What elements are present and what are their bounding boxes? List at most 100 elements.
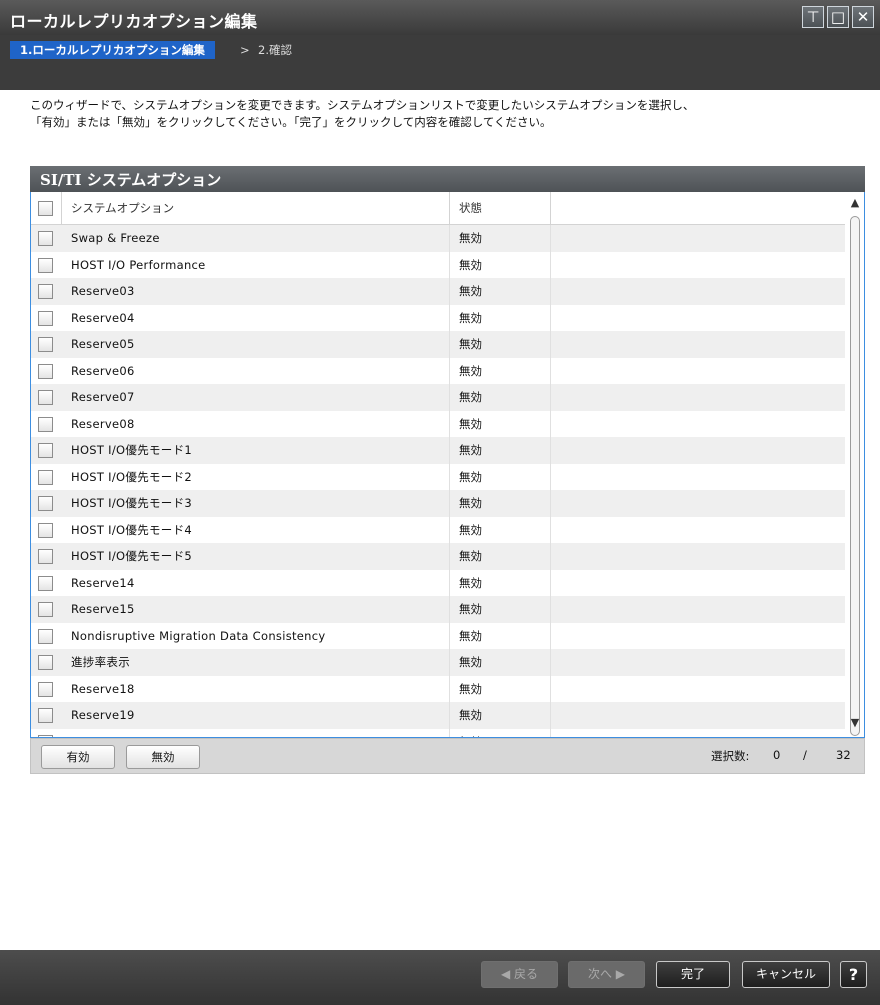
cell-divider xyxy=(550,384,551,411)
option-name-cell: Reserve08 xyxy=(71,416,135,431)
row-checkbox[interactable] xyxy=(38,522,53,538)
cell-divider xyxy=(449,331,450,358)
pin-icon[interactable]: ⊤ xyxy=(802,6,824,28)
table-row[interactable]: HOST I/O優先モード5 無効 xyxy=(31,543,845,570)
table-row[interactable]: HOST I/O優先モード2 無効 xyxy=(31,463,845,490)
option-name-cell: Reserve15 xyxy=(71,602,135,616)
table-row[interactable]: Copy Pace Ext. Slower1 無効 xyxy=(31,728,845,737)
option-state-cell: 無効 xyxy=(459,363,482,378)
row-checkbox[interactable] xyxy=(38,337,53,352)
cell-divider xyxy=(449,675,450,702)
cell-divider xyxy=(550,728,551,737)
cell-divider xyxy=(449,649,450,676)
cell-divider xyxy=(449,569,450,596)
row-checkbox[interactable] xyxy=(38,257,53,273)
option-name-cell: Swap & Freeze xyxy=(71,231,160,245)
system-option-table: システムオプション 状態 Swap & Freeze 無効 HOST I/O Per… xyxy=(30,192,865,738)
total-count: 32 xyxy=(836,748,851,762)
cell-divider xyxy=(449,543,450,570)
enable-button[interactable]: 有効 xyxy=(41,745,115,769)
table-row[interactable]: Reserve04 無効 xyxy=(31,304,845,331)
row-checkbox[interactable] xyxy=(38,416,53,432)
cell-divider xyxy=(449,225,450,252)
row-checkbox[interactable] xyxy=(38,708,53,723)
panel-header: SI/TI システムオプション xyxy=(30,166,865,192)
window-title: ローカルレプリカオプション編集 xyxy=(10,12,258,31)
scroll-up-icon[interactable]: ▲ xyxy=(845,196,864,214)
row-checkbox[interactable] xyxy=(38,443,53,458)
option-state-cell: 無効 xyxy=(459,628,482,643)
row-checkbox[interactable] xyxy=(38,575,53,591)
panel-title: SI/TI システムオプション xyxy=(40,171,222,189)
table-row[interactable]: Reserve08 無効 xyxy=(31,410,845,437)
table-row[interactable]: 進捗率表示 無効 xyxy=(31,649,845,676)
option-state-cell: 無効 xyxy=(459,655,482,669)
table-row[interactable]: Reserve14 無効 xyxy=(31,569,845,596)
table-row[interactable]: Reserve15 無効 xyxy=(31,596,845,623)
cell-divider xyxy=(550,251,551,278)
cell-divider xyxy=(550,675,551,702)
finish-button[interactable]: 完了 xyxy=(656,961,730,988)
next-button[interactable]: 次へ ▶ xyxy=(568,961,645,988)
option-state-cell: 無効 xyxy=(459,416,482,431)
cell-divider xyxy=(449,596,450,623)
scrollbar-thumb[interactable] xyxy=(850,216,860,736)
row-checkbox[interactable] xyxy=(38,231,53,246)
close-icon[interactable]: ✕ xyxy=(852,6,874,28)
option-name-cell: Nondisruptive Migration Data Consistency xyxy=(71,628,326,643)
cell-divider xyxy=(449,728,450,737)
selected-count: 0 xyxy=(773,748,781,762)
help-icon[interactable]: ? xyxy=(840,961,867,988)
disable-button[interactable]: 無効 xyxy=(126,745,200,769)
row-checkbox[interactable] xyxy=(38,602,53,617)
table-row[interactable]: Swap & Freeze 無効 xyxy=(31,225,845,252)
row-checkbox[interactable] xyxy=(38,363,53,379)
window-controls: ⊤ □ ✕ xyxy=(802,6,874,28)
option-state-cell: 無効 xyxy=(459,575,482,590)
table-row[interactable]: HOST I/O優先モード4 無効 xyxy=(31,516,845,543)
column-header-option[interactable]: システムオプション xyxy=(71,192,174,225)
table-row[interactable]: HOST I/O優先モード3 無効 xyxy=(31,490,845,517)
option-name-cell: HOST I/O優先モード3 xyxy=(71,496,193,510)
option-state-cell: 無効 xyxy=(459,549,482,563)
table-row[interactable]: Reserve06 無効 xyxy=(31,357,845,384)
select-all-checkbox[interactable] xyxy=(38,201,53,216)
row-checkbox[interactable] xyxy=(38,628,53,644)
table-row[interactable]: Reserve05 無効 xyxy=(31,331,845,358)
description-line-2: 「有効」または「無効」をクリックしてください。「完了」をクリックして内容を確認し… xyxy=(30,115,552,129)
table-row[interactable]: HOST I/O優先モード1 無効 xyxy=(31,437,845,464)
wizard-footer: ◀ 戻る 次へ ▶ 完了 キャンセル ? xyxy=(0,950,880,1005)
cell-divider xyxy=(550,463,551,490)
table-row[interactable]: Reserve18 無効 xyxy=(31,675,845,702)
wizard-stepbar: 1.ローカルレプリカオプション編集 > 2.確認 xyxy=(0,35,880,90)
table-row[interactable]: Reserve07 無効 xyxy=(31,384,845,411)
row-checkbox[interactable] xyxy=(38,496,53,511)
option-state-cell: 無効 xyxy=(459,443,482,457)
table-row[interactable]: Reserve19 無効 xyxy=(31,702,845,729)
window-titlebar: ローカルレプリカオプション編集 ⊤ □ ✕ xyxy=(0,0,880,35)
back-button[interactable]: ◀ 戻る xyxy=(481,961,558,988)
table-row[interactable]: Reserve03 無効 xyxy=(31,278,845,305)
cell-divider xyxy=(550,622,551,649)
option-state-cell: 無効 xyxy=(459,310,482,325)
row-checkbox[interactable] xyxy=(38,284,53,299)
row-checkbox[interactable] xyxy=(38,655,53,670)
row-checkbox[interactable] xyxy=(38,681,53,697)
scroll-down-icon[interactable]: ▼ xyxy=(845,716,864,734)
row-checkbox[interactable] xyxy=(38,310,53,326)
cell-divider xyxy=(449,384,450,411)
option-name-cell: Reserve06 xyxy=(71,363,135,378)
cell-divider xyxy=(550,278,551,305)
vertical-scrollbar[interactable]: ▲ ▼ xyxy=(845,192,864,737)
row-checkbox[interactable] xyxy=(38,549,53,564)
table-header: システムオプション 状態 xyxy=(31,192,845,225)
option-state-cell: 無効 xyxy=(459,496,482,510)
row-checkbox[interactable] xyxy=(38,390,53,405)
table-row[interactable]: HOST I/O Performance 無効 xyxy=(31,251,845,278)
maximize-icon[interactable]: □ xyxy=(827,6,849,28)
table-row[interactable]: Nondisruptive Migration Data Consistency… xyxy=(31,622,845,649)
column-header-state[interactable]: 状態 xyxy=(459,192,482,225)
row-checkbox[interactable] xyxy=(38,469,53,485)
cancel-button[interactable]: キャンセル xyxy=(742,961,830,988)
option-state-cell: 無効 xyxy=(459,469,482,484)
